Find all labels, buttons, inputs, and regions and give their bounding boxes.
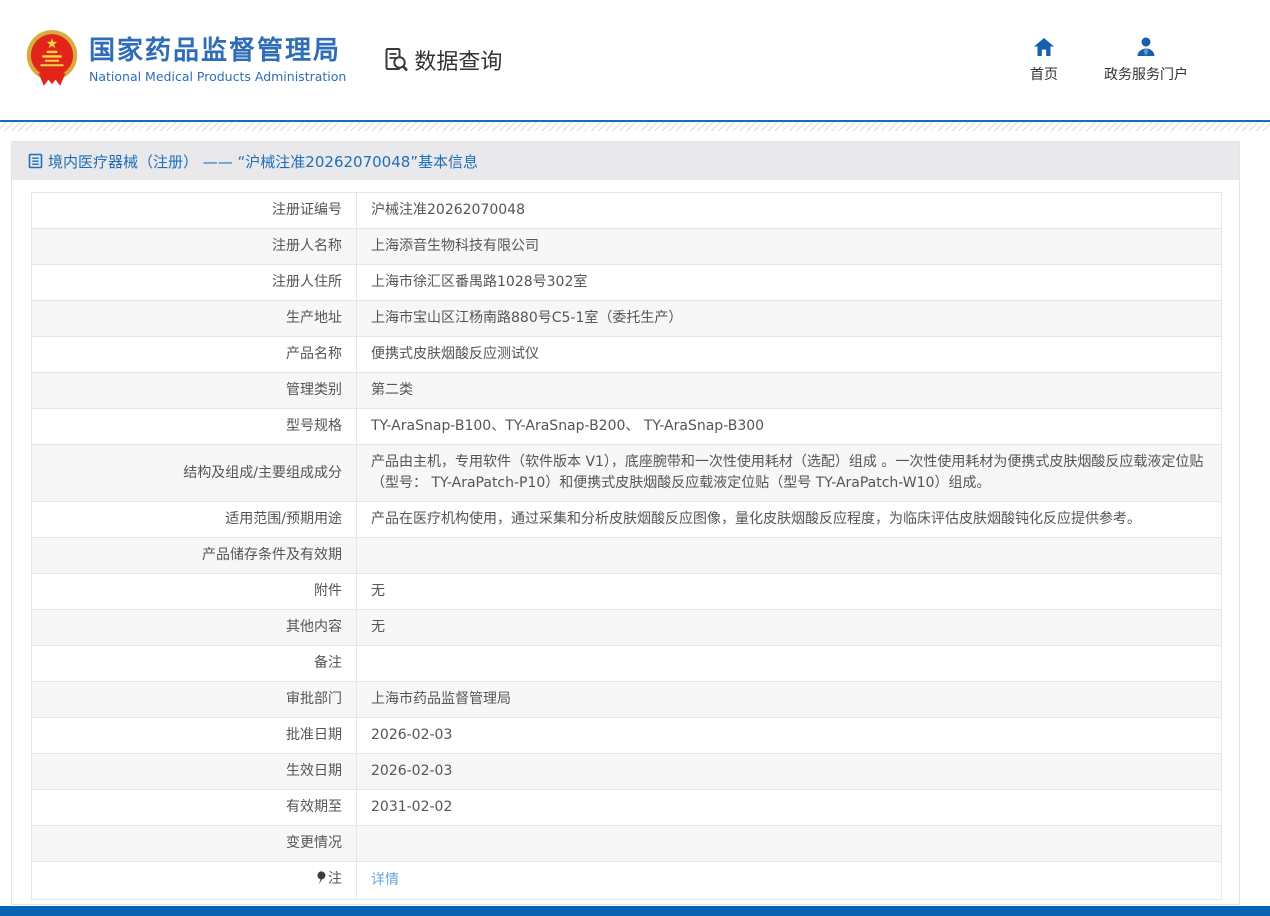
row-value: 产品在医疗机构使用，通过采集和分析皮肤烟酸反应图像，量化皮肤烟酸反应程度，为临床… <box>357 502 1222 538</box>
row-value: 产品由主机，专用软件（软件版本 V1），底座腕带和一次性使用耗材（选配）组成 。… <box>357 445 1222 502</box>
table-row: 批准日期2026-02-03 <box>32 718 1222 754</box>
row-label: 产品储存条件及有效期 <box>32 538 357 574</box>
table-row: 生效日期2026-02-03 <box>32 754 1222 790</box>
user-icon <box>1135 37 1157 57</box>
document-search-icon <box>382 46 410 74</box>
row-label: 管理类别 <box>32 373 357 409</box>
table-row: 有效期至2031-02-02 <box>32 790 1222 826</box>
row-label: 结构及组成/主要组成成分 <box>32 445 357 502</box>
row-label: 注 <box>32 862 357 900</box>
row-label: 产品名称 <box>32 337 357 373</box>
hatch-pattern-band <box>0 122 1270 131</box>
row-value <box>357 826 1222 862</box>
table-row: 备注 <box>32 646 1222 682</box>
row-label: 适用范围/预期用途 <box>32 502 357 538</box>
nmpa-logo[interactable]: 国家药品监督管理局 National Medical Products Admi… <box>25 28 346 92</box>
nav-home[interactable]: 首页 <box>1030 37 1058 84</box>
row-value: 上海市徐汇区番禺路1028号302室 <box>357 265 1222 301</box>
main-panel: 境内医疗器械（注册） —— “沪械注准20262070048”基本信息 注册证编… <box>11 141 1240 905</box>
row-label: 注册人住所 <box>32 265 357 301</box>
nav-service-portal[interactable]: 政务服务门户 <box>1104 37 1188 84</box>
table-row: 注册人名称上海添音生物科技有限公司 <box>32 229 1222 265</box>
row-label: 注册人名称 <box>32 229 357 265</box>
row-label: 附件 <box>32 574 357 610</box>
table-row: 生产地址上海市宝山区江杨南路880号C5-1室（委托生产） <box>32 301 1222 337</box>
row-label: 生产地址 <box>32 301 357 337</box>
row-value: 上海添音生物科技有限公司 <box>357 229 1222 265</box>
home-icon <box>1033 37 1055 57</box>
table-row: 适用范围/预期用途产品在医疗机构使用，通过采集和分析皮肤烟酸反应图像，量化皮肤烟… <box>32 502 1222 538</box>
row-value: 无 <box>357 574 1222 610</box>
row-value: 2031-02-02 <box>357 790 1222 826</box>
table-row: 其他内容无 <box>32 610 1222 646</box>
row-value: 上海市宝山区江杨南路880号C5-1室（委托生产） <box>357 301 1222 337</box>
org-name-cn: 国家药品监督管理局 <box>89 36 346 67</box>
site-header: 国家药品监督管理局 National Medical Products Admi… <box>0 0 1270 120</box>
row-value: 2026-02-03 <box>357 754 1222 790</box>
table-row: 审批部门上海市药品监督管理局 <box>32 682 1222 718</box>
row-value: TY-AraSnap-B100、TY-AraSnap-B200、 TY-AraS… <box>357 409 1222 445</box>
table-row: 型号规格TY-AraSnap-B100、TY-AraSnap-B200、 TY-… <box>32 409 1222 445</box>
table-row: 变更情况 <box>32 826 1222 862</box>
row-value: 无 <box>357 610 1222 646</box>
table-row: 产品储存条件及有效期 <box>32 538 1222 574</box>
row-label: 备注 <box>32 646 357 682</box>
nav-home-label: 首页 <box>1030 64 1058 84</box>
info-table: 注册证编号沪械注准20262070048注册人名称上海添音生物科技有限公司注册人… <box>31 192 1222 900</box>
table-row: 产品名称便携式皮肤烟酸反应测试仪 <box>32 337 1222 373</box>
row-label: 有效期至 <box>32 790 357 826</box>
page-title: 境内医疗器械（注册） —— “沪械注准20262070048”基本信息 <box>48 151 478 172</box>
header-nav: 首页 政务服务门户 <box>1030 37 1188 84</box>
row-value: 详情 <box>357 862 1222 900</box>
table-row: 结构及组成/主要组成成分产品由主机，专用软件（软件版本 V1），底座腕带和一次性… <box>32 445 1222 502</box>
row-value: 沪械注准20262070048 <box>357 193 1222 229</box>
row-value <box>357 646 1222 682</box>
row-label: 注册证编号 <box>32 193 357 229</box>
row-value <box>357 538 1222 574</box>
row-label: 其他内容 <box>32 610 357 646</box>
row-value: 2026-02-03 <box>357 718 1222 754</box>
row-value: 第二类 <box>357 373 1222 409</box>
row-label: 型号规格 <box>32 409 357 445</box>
page-title-bar: 境内医疗器械（注册） —— “沪械注准20262070048”基本信息 <box>12 142 1239 180</box>
footer-bar <box>0 906 1270 916</box>
table-row: 管理类别第二类 <box>32 373 1222 409</box>
row-label: 生效日期 <box>32 754 357 790</box>
table-row: 注详情 <box>32 862 1222 900</box>
document-icon <box>28 153 43 169</box>
org-name-en: National Medical Products Administration <box>89 69 346 84</box>
detail-link[interactable]: 详情 <box>371 872 399 888</box>
table-row: 附件无 <box>32 574 1222 610</box>
data-query-label: 数据查询 <box>414 44 502 76</box>
nav-portal-label: 政务服务门户 <box>1104 64 1188 84</box>
national-emblem-icon <box>25 28 79 92</box>
table-row: 注册证编号沪械注准20262070048 <box>32 193 1222 229</box>
row-value: 上海市药品监督管理局 <box>357 682 1222 718</box>
row-value: 便携式皮肤烟酸反应测试仪 <box>357 337 1222 373</box>
data-query-heading[interactable]: 数据查询 <box>382 44 502 76</box>
table-row: 注册人住所上海市徐汇区番禺路1028号302室 <box>32 265 1222 301</box>
row-label: 审批部门 <box>32 682 357 718</box>
location-pin-icon <box>316 871 326 892</box>
info-table-body: 注册证编号沪械注准20262070048注册人名称上海添音生物科技有限公司注册人… <box>32 193 1222 900</box>
row-label: 变更情况 <box>32 826 357 862</box>
row-label: 批准日期 <box>32 718 357 754</box>
